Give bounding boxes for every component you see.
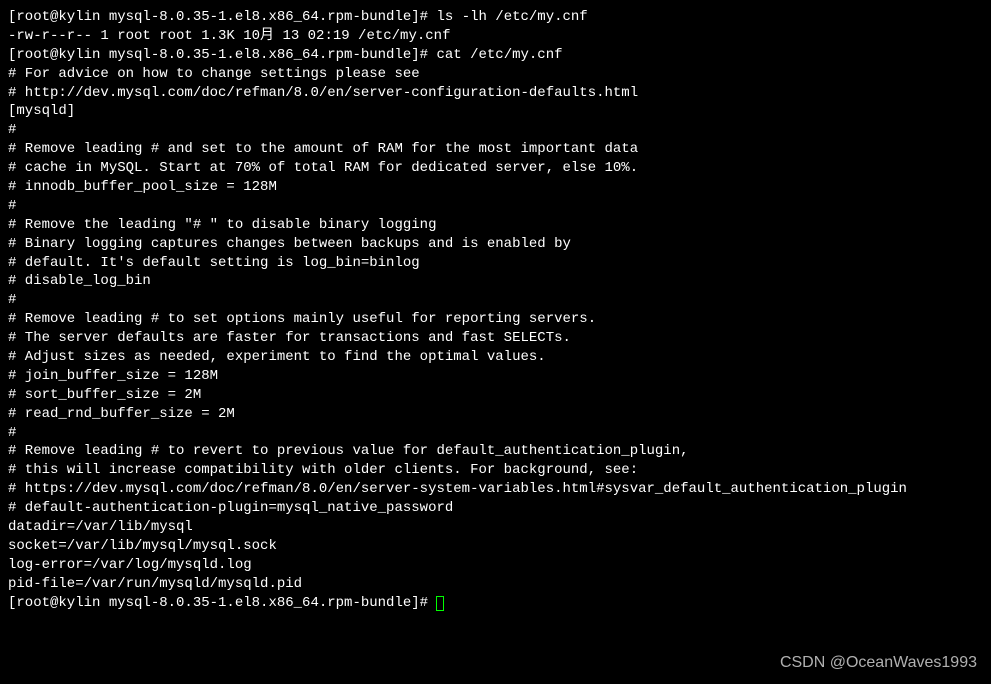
file-line: # Remove leading # to set options mainly… [8, 310, 983, 329]
file-line: # cache in MySQL. Start at 70% of total … [8, 159, 983, 178]
file-line: # Adjust sizes as needed, experiment to … [8, 348, 983, 367]
command-text: cat /etc/my.cnf [436, 47, 562, 63]
file-line: # disable_log_bin [8, 272, 983, 291]
file-line: # Binary logging captures changes betwee… [8, 235, 983, 254]
shell-prompt: [root@kylin mysql-8.0.35-1.el8.x86_64.rp… [8, 595, 436, 611]
shell-prompt: [root@kylin mysql-8.0.35-1.el8.x86_64.rp… [8, 9, 436, 25]
shell-prompt: [root@kylin mysql-8.0.35-1.el8.x86_64.rp… [8, 47, 436, 63]
cursor-icon[interactable] [436, 596, 444, 611]
file-line: # [8, 424, 983, 443]
file-line: # The server defaults are faster for tra… [8, 329, 983, 348]
command-line-1: [root@kylin mysql-8.0.35-1.el8.x86_64.rp… [8, 8, 983, 27]
file-line: # innodb_buffer_pool_size = 128M [8, 178, 983, 197]
file-line: # default. It's default setting is log_b… [8, 254, 983, 273]
file-line: pid-file=/var/run/mysqld/mysqld.pid [8, 575, 983, 594]
file-line: # this will increase compatibility with … [8, 461, 983, 480]
file-line: socket=/var/lib/mysql/mysql.sock [8, 537, 983, 556]
file-line: # https://dev.mysql.com/doc/refman/8.0/e… [8, 480, 983, 499]
file-line: [mysqld] [8, 102, 983, 121]
file-line: # [8, 291, 983, 310]
file-line: # [8, 121, 983, 140]
file-line: # sort_buffer_size = 2M [8, 386, 983, 405]
file-line: # http://dev.mysql.com/doc/refman/8.0/en… [8, 84, 983, 103]
terminal-output[interactable]: [root@kylin mysql-8.0.35-1.el8.x86_64.rp… [8, 8, 983, 613]
watermark-text: CSDN @OceanWaves1993 [780, 652, 977, 674]
file-line: # default-authentication-plugin=mysql_na… [8, 499, 983, 518]
ls-output: -rw-r--r-- 1 root root 1.3K 10月 13 02:19… [8, 27, 983, 46]
file-line: # [8, 197, 983, 216]
file-line: # Remove leading # to revert to previous… [8, 442, 983, 461]
file-line: # Remove leading # and set to the amount… [8, 140, 983, 159]
file-line: log-error=/var/log/mysqld.log [8, 556, 983, 575]
command-line-2: [root@kylin mysql-8.0.35-1.el8.x86_64.rp… [8, 46, 983, 65]
file-line: # For advice on how to change settings p… [8, 65, 983, 84]
file-line: # Remove the leading "# " to disable bin… [8, 216, 983, 235]
file-line: # read_rnd_buffer_size = 2M [8, 405, 983, 424]
file-line: datadir=/var/lib/mysql [8, 518, 983, 537]
file-line: # join_buffer_size = 128M [8, 367, 983, 386]
command-text: ls -lh /etc/my.cnf [436, 9, 587, 25]
command-line-3[interactable]: [root@kylin mysql-8.0.35-1.el8.x86_64.rp… [8, 594, 983, 613]
